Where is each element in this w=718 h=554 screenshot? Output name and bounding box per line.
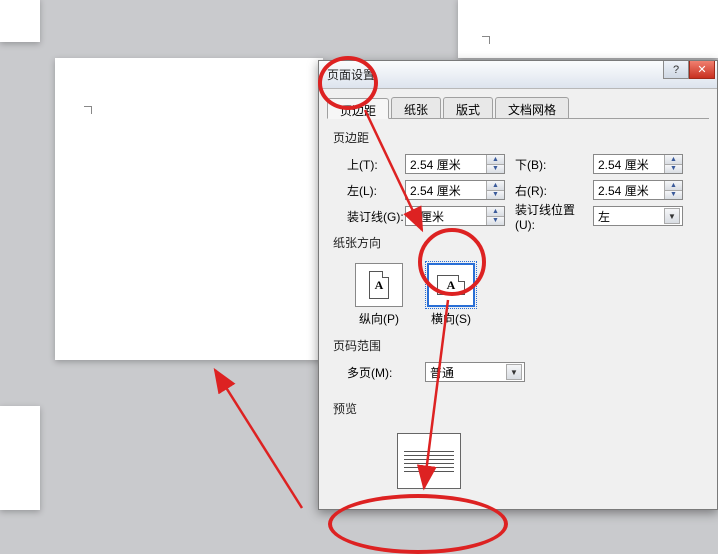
spin-down-icon[interactable]: ▼ xyxy=(487,191,504,200)
right-label: 右(R): xyxy=(505,182,593,199)
tab-paper[interactable]: 纸张 xyxy=(391,97,441,118)
chevron-down-icon: ▼ xyxy=(506,364,522,380)
bottom-label: 下(B): xyxy=(505,156,593,173)
spin-down-icon[interactable]: ▼ xyxy=(487,217,504,226)
bottom-spinner[interactable]: ▲▼ xyxy=(593,154,683,174)
dialog-title: 页面设置 xyxy=(327,66,375,83)
multipage-select[interactable]: 普通 ▼ xyxy=(425,362,525,382)
landscape-label: 横向(S) xyxy=(431,310,471,327)
landscape-icon: A xyxy=(437,275,465,295)
top-input[interactable] xyxy=(406,155,486,173)
left-label: 左(L): xyxy=(333,182,405,199)
top-spinner[interactable]: ▲▼ xyxy=(405,154,505,174)
spin-down-icon[interactable]: ▼ xyxy=(665,165,682,174)
bottom-input[interactable] xyxy=(594,155,664,173)
background-page xyxy=(0,406,40,510)
gutter-label: 装订线(G): xyxy=(333,208,405,225)
margins-group-label: 页边距 xyxy=(333,127,703,152)
pages-group-label: 页码范围 xyxy=(333,335,703,360)
gutter-spinner[interactable]: ▲▼ xyxy=(405,206,505,226)
left-input[interactable] xyxy=(406,181,486,199)
left-spinner[interactable]: ▲▼ xyxy=(405,180,505,200)
spin-up-icon[interactable]: ▲ xyxy=(665,181,682,191)
spin-up-icon[interactable]: ▲ xyxy=(487,155,504,165)
background-page xyxy=(458,0,718,58)
right-input[interactable] xyxy=(594,181,664,199)
tab-margins[interactable]: 页边距 xyxy=(327,98,389,119)
preview-box xyxy=(397,433,461,489)
multipage-value: 普通 xyxy=(430,364,454,381)
gutter-input[interactable] xyxy=(406,207,486,225)
document-page xyxy=(55,58,323,360)
spin-up-icon[interactable]: ▲ xyxy=(487,181,504,191)
close-button[interactable]: ✕ xyxy=(689,61,715,79)
orientation-group-label: 纸张方向 xyxy=(333,232,703,257)
gutter-pos-label: 装订线位置(U): xyxy=(505,201,593,232)
gutter-pos-select[interactable]: 左 ▼ xyxy=(593,206,683,226)
spin-up-icon[interactable]: ▲ xyxy=(665,155,682,165)
gutter-pos-value: 左 xyxy=(598,208,610,225)
top-label: 上(T): xyxy=(333,156,405,173)
orientation-landscape[interactable]: A 横向(S) xyxy=(427,263,475,327)
dialog-titlebar[interactable]: 页面设置 ? ✕ xyxy=(319,61,717,89)
tab-grid[interactable]: 文档网格 xyxy=(495,97,569,118)
portrait-label: 纵向(P) xyxy=(359,310,399,327)
tab-layout[interactable]: 版式 xyxy=(443,97,493,118)
portrait-icon: A xyxy=(369,271,389,299)
multipage-label: 多页(M): xyxy=(333,364,425,381)
dialog-body: 页边距 上(T): ▲▼ 下(B): ▲▼ 左(L): ▲▼ 右(R): ▲▼ xyxy=(319,119,717,497)
spin-down-icon[interactable]: ▼ xyxy=(487,165,504,174)
preview-label: 预览 xyxy=(333,398,703,423)
tab-strip: 页边距 纸张 版式 文档网格 xyxy=(327,97,709,119)
orientation-portrait[interactable]: A 纵向(P) xyxy=(355,263,403,327)
spin-down-icon[interactable]: ▼ xyxy=(665,191,682,200)
help-button[interactable]: ? xyxy=(663,61,689,79)
page-setup-dialog: 页面设置 ? ✕ 页边距 纸张 版式 文档网格 页边距 上(T): ▲▼ 下(B… xyxy=(318,60,718,510)
chevron-down-icon: ▼ xyxy=(664,208,680,224)
right-spinner[interactable]: ▲▼ xyxy=(593,180,683,200)
background-page xyxy=(0,0,40,42)
spin-up-icon[interactable]: ▲ xyxy=(487,207,504,217)
